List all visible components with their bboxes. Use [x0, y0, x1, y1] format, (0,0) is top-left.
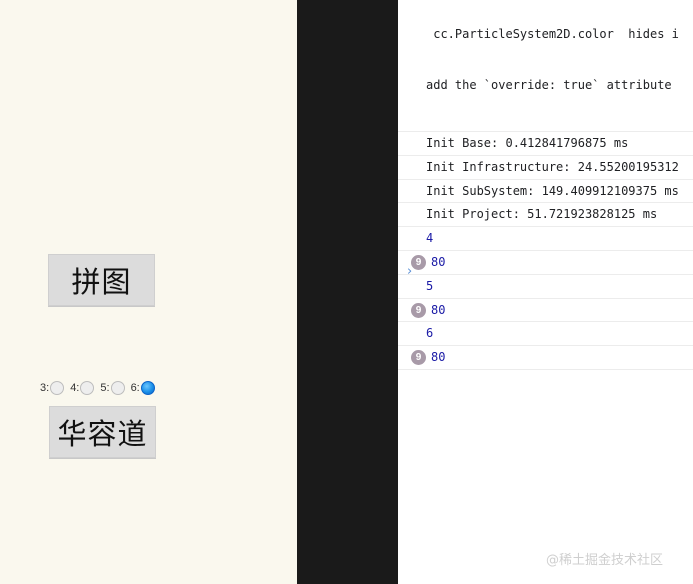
repeat-count-badge: 9 [411, 350, 426, 366]
repeat-count-badge: 9 [411, 302, 426, 318]
log-text: Init Project: 51.721923828125 ms [426, 207, 658, 222]
console-log-line: 4 [398, 227, 693, 251]
radio-label: 4: [70, 382, 80, 394]
console-grouped-log: 9 80 [398, 299, 693, 323]
klotski-button[interactable]: 华容道 [49, 406, 156, 458]
repeat-count-badge: 9 [411, 254, 426, 270]
log-text: 80 [431, 350, 446, 365]
warning-line-2: add the `override: true` attribute [426, 78, 672, 92]
console-grouped-log: 9 80 [398, 346, 693, 370]
console-log-line: Init Project: 51.721923828125 ms [398, 203, 693, 228]
console-log-list: Init Base: 0.412841796875 ms Init Infrast… [398, 132, 693, 370]
radio-button[interactable] [50, 381, 65, 395]
log-text: Init Infrastructure: 24.55200195312 [426, 159, 679, 174]
game-canvas: 拼图 3: 4: 5: 6: 华容道 [0, 0, 297, 584]
radio-option-6[interactable]: 6: [131, 381, 155, 395]
radio-option-3[interactable]: 3: [40, 381, 65, 395]
console-prompt-icon[interactable]: › [407, 264, 412, 279]
console-log-line: 5 [398, 275, 693, 299]
watermark: @稀土掘金技术社区 [546, 553, 664, 568]
radio-option-4[interactable]: 4: [70, 381, 95, 395]
log-text: 80 [431, 254, 446, 269]
radio-label: 3: [40, 382, 50, 394]
puzzle-button[interactable]: 拼图 [48, 254, 155, 306]
warning-line-1: cc.ParticleSystem2D.color hides i [426, 27, 679, 41]
log-text: Init SubSystem: 149.409912109375 ms [426, 183, 679, 198]
log-text: 6 [426, 326, 434, 341]
console-warning: cc.ParticleSystem2D.color hides i add th… [398, 0, 693, 132]
console-log-line: Init Base: 0.412841796875 ms [398, 132, 693, 156]
dark-divider-panel [297, 0, 398, 584]
radio-option-5[interactable]: 5: [100, 381, 125, 395]
log-text: Init Base: 0.412841796875 ms [426, 136, 629, 150]
radio-button[interactable] [80, 381, 95, 395]
radio-label: 6: [130, 382, 140, 394]
log-text: 4 [426, 231, 434, 246]
console-log-line: 6 [398, 322, 693, 347]
console-log-line: Init Infrastructure: 24.55200195312 [398, 156, 693, 180]
console-grouped-log: 9 80 [398, 251, 693, 275]
radio-button[interactable] [110, 381, 125, 395]
radio-label: 5: [100, 382, 110, 394]
log-text: 80 [431, 302, 446, 317]
console-log-line: Init SubSystem: 149.409912109375 ms [398, 180, 693, 204]
radio-button-selected[interactable] [140, 381, 155, 395]
log-text: 5 [426, 278, 434, 293]
grid-size-radio-group: 3: 4: 5: 6: [40, 379, 161, 397]
devtools-console: cc.ParticleSystem2D.color hides i add th… [398, 0, 693, 584]
